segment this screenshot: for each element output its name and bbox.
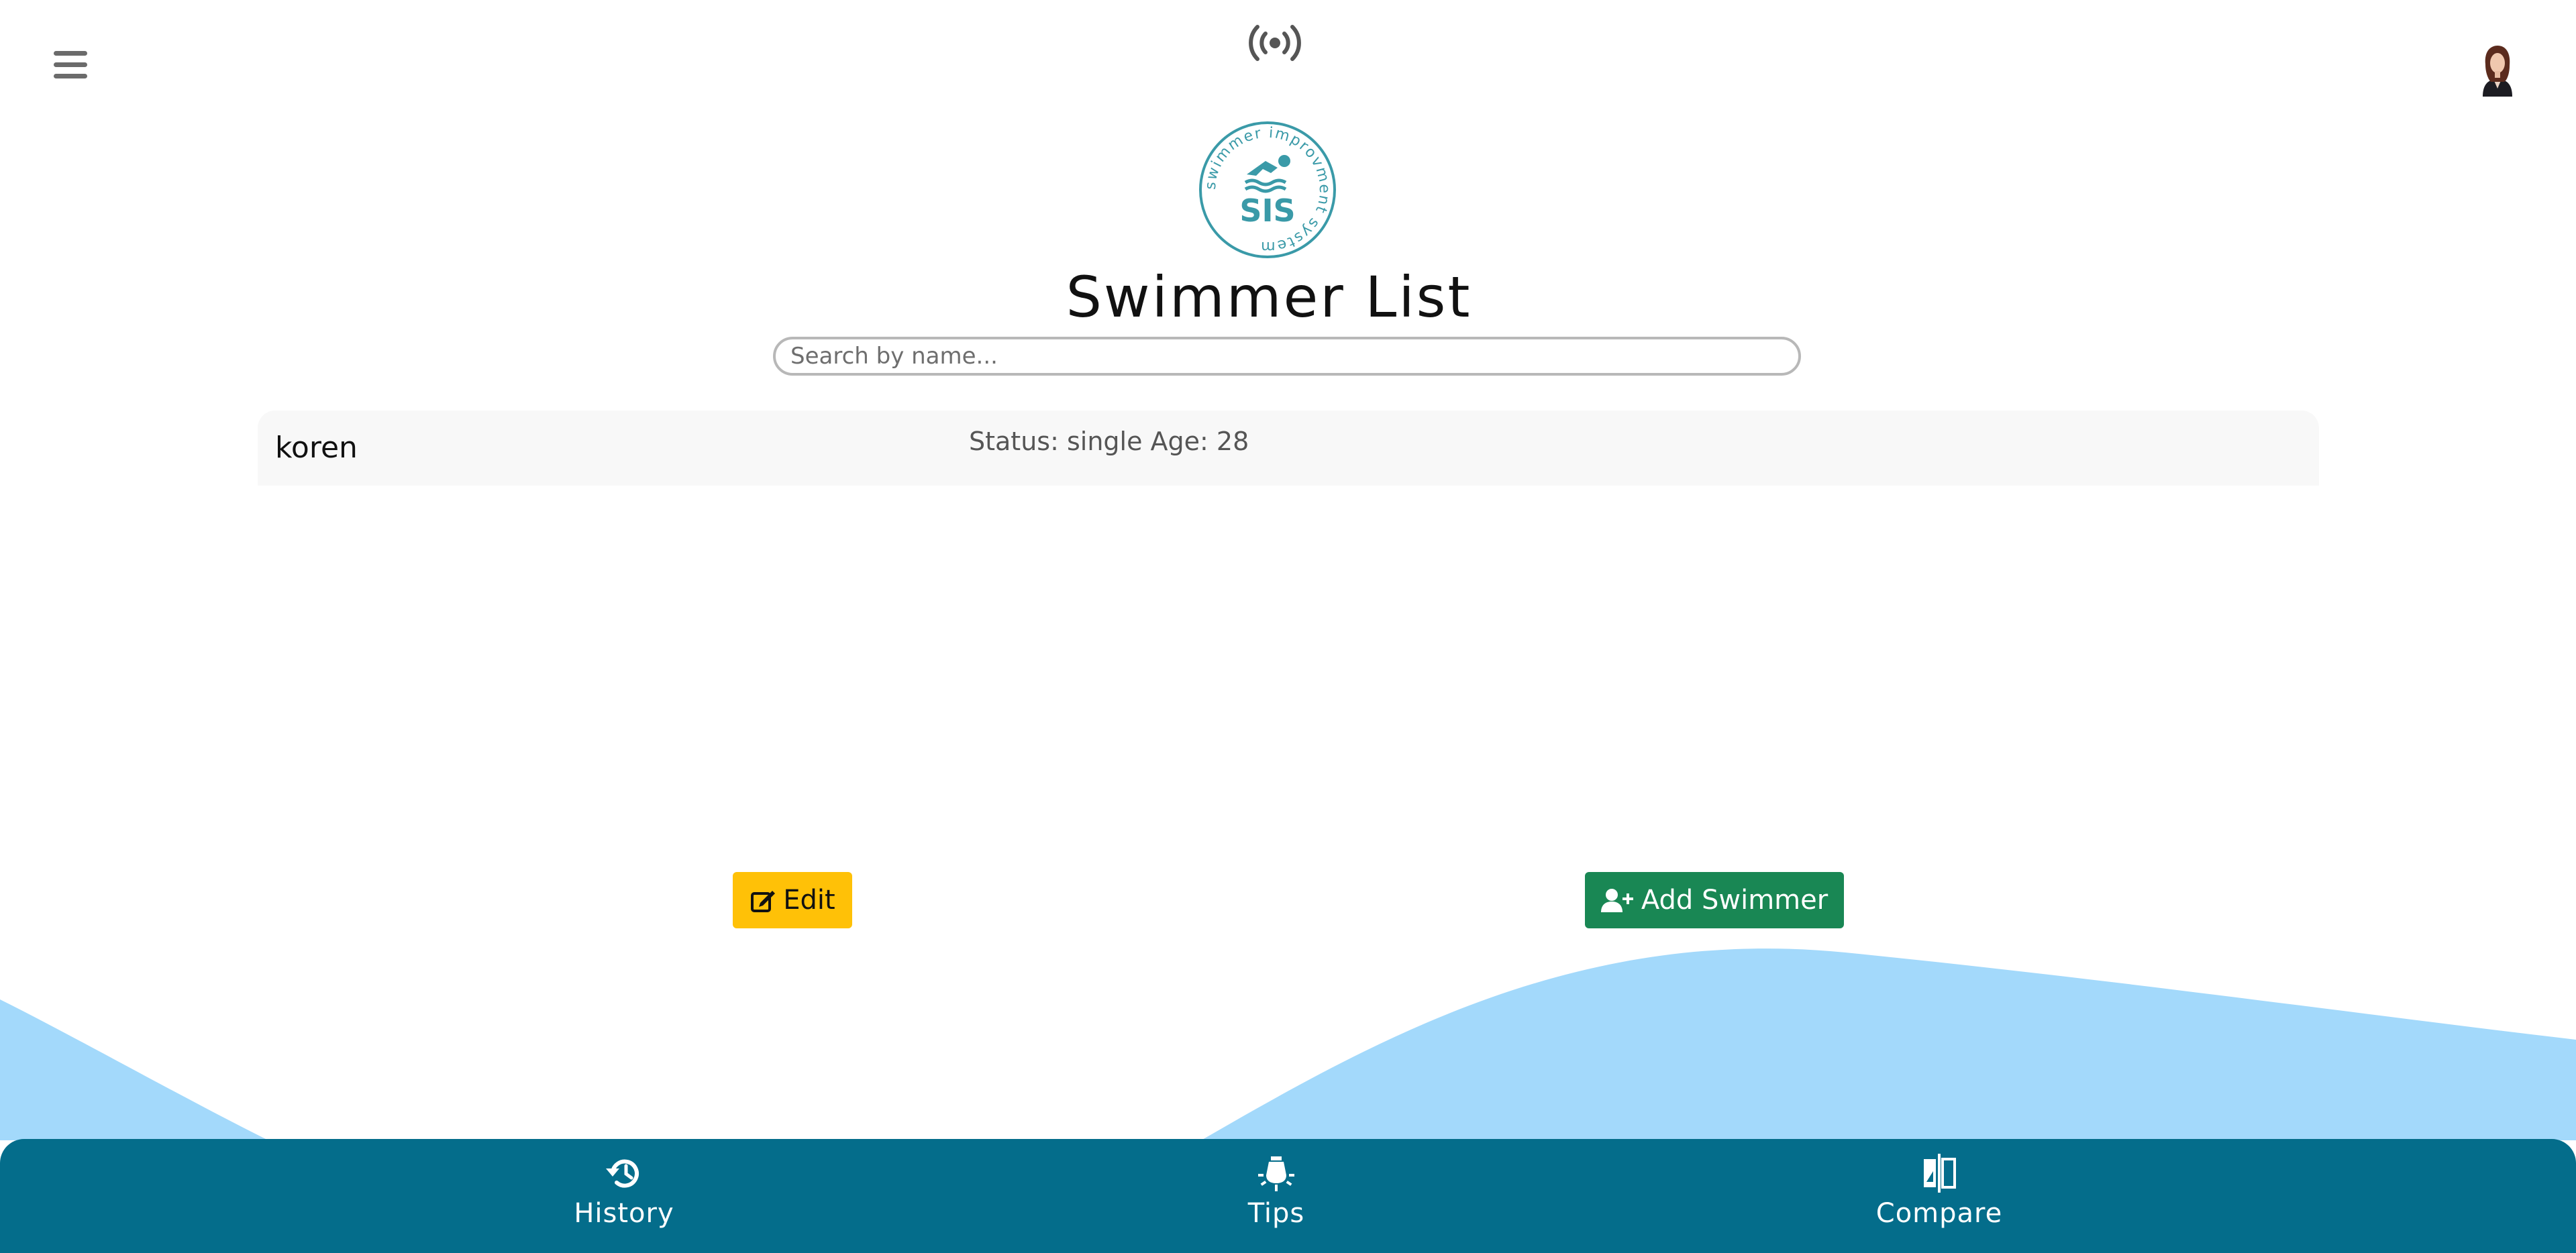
nav-compare[interactable]: Compare <box>1839 1139 2040 1253</box>
nav-tips[interactable]: Tips <box>1176 1139 1377 1253</box>
wave-decoration <box>0 948 2576 1140</box>
hamburger-menu-icon <box>54 51 87 56</box>
nav-tips-label: Tips <box>1247 1198 1305 1229</box>
edit-button[interactable]: Edit <box>733 872 852 928</box>
app-logo: swimmer improvment system SIS <box>1198 121 1337 259</box>
history-icon <box>606 1159 639 1188</box>
add-swimmer-button-label: Add Swimmer <box>1641 885 1828 916</box>
compare-icon <box>1924 1154 1956 1193</box>
nav-compare-label: Compare <box>1875 1198 2003 1229</box>
add-swimmer-button[interactable]: Add Swimmer <box>1585 872 1844 928</box>
menu-button[interactable] <box>51 47 91 85</box>
bottom-navigation: History Tips Compare <box>0 1139 2576 1253</box>
add-user-icon <box>1600 889 1633 912</box>
menu-line <box>54 62 87 67</box>
swimmer-details: Status: single Age: 28 <box>969 427 1249 456</box>
menu-line <box>54 74 87 78</box>
edit-button-label: Edit <box>783 885 835 916</box>
lightbulb-icon <box>1258 1156 1294 1191</box>
user-avatar[interactable] <box>2471 42 2524 97</box>
nav-history[interactable]: History <box>523 1139 725 1253</box>
broadcast-icon[interactable] <box>1247 20 1303 67</box>
nav-history-label: History <box>574 1198 674 1229</box>
edit-icon <box>751 891 776 912</box>
swimmer-name: koren <box>275 431 358 465</box>
page-title: Swimmer List <box>1066 264 1472 330</box>
logo-initials: SIS <box>1239 193 1295 229</box>
swimmer-list-item[interactable]: koren Status: single Age: 28 <box>258 411 2319 486</box>
search-input[interactable] <box>773 337 1801 376</box>
